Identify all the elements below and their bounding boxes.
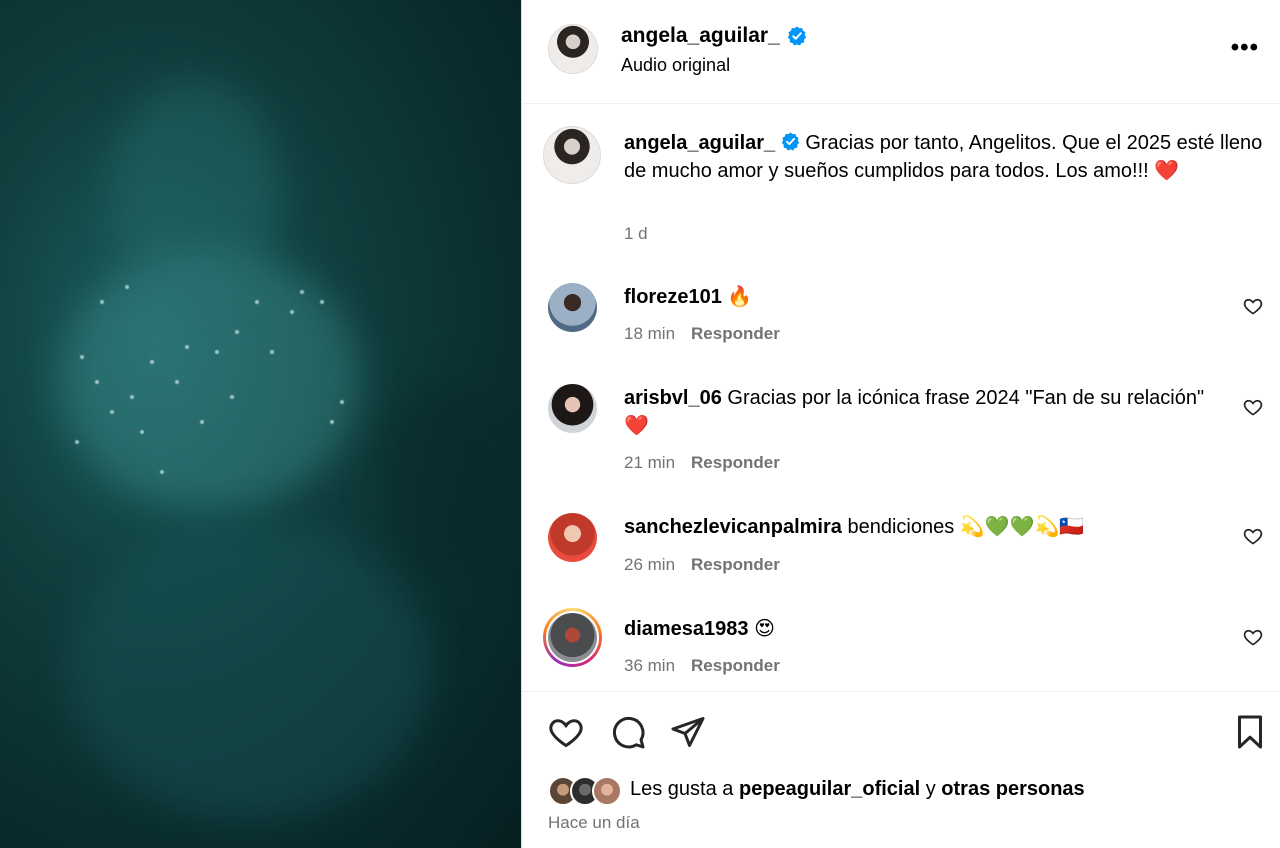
- verified-badge-icon: [787, 26, 806, 46]
- media-sparkle: [200, 420, 204, 424]
- caption-author-avatar[interactable]: [543, 126, 601, 184]
- media-shadow: [380, 380, 520, 580]
- comment-text: bendiciones 💫💚💚💫🇨🇱: [847, 516, 1085, 538]
- caption-text-block: angela_aguilar_ Gracias por tanto, Angel…: [624, 129, 1264, 185]
- comment-text-block: floreze101 🔥: [624, 283, 1244, 311]
- comment-text-block: arisbvl_06 Gracias por la icónica frase …: [624, 384, 1224, 440]
- reply-button[interactable]: Responder: [691, 324, 780, 344]
- media-sparkle: [230, 395, 234, 399]
- media-sparkle: [160, 470, 164, 474]
- media-figure-lower: [70, 520, 430, 820]
- comment-like-heart-icon[interactable]: [1243, 526, 1263, 546]
- comment-bubble-icon[interactable]: [610, 714, 646, 750]
- comment-time[interactable]: 36 min: [624, 656, 675, 676]
- post-header: angela_aguilar_ Audio original •••: [522, 0, 1280, 104]
- comment-text-block: sanchezlevicanpalmira bendiciones 💫💚💚💫🇨🇱: [624, 513, 1244, 541]
- media-sparkle: [100, 300, 104, 304]
- post-media[interactable]: [0, 0, 521, 848]
- media-sparkle: [215, 350, 219, 354]
- liked-by-avatars[interactable]: [548, 776, 628, 806]
- reply-button[interactable]: Responder: [691, 453, 780, 473]
- media-sparkle: [130, 395, 134, 399]
- commenter-username[interactable]: arisbvl_06: [624, 387, 722, 409]
- media-sparkle: [110, 410, 114, 414]
- comment-time[interactable]: 26 min: [624, 555, 675, 575]
- comment-time[interactable]: 18 min: [624, 324, 675, 344]
- post-timestamp[interactable]: Hace un día: [548, 813, 640, 833]
- reply-button[interactable]: Responder: [691, 555, 780, 575]
- commenter-avatar: [546, 611, 599, 664]
- comment-text: 🔥: [727, 286, 753, 308]
- likes-prefix: Les gusta a: [630, 778, 734, 800]
- media-sparkle: [125, 285, 129, 289]
- comment-like-heart-icon[interactable]: [1243, 627, 1263, 647]
- liker-avatar: [592, 776, 622, 806]
- verified-badge-icon: [781, 132, 799, 151]
- media-sparkle: [270, 350, 274, 354]
- comment-meta: 18 min Responder: [624, 324, 780, 344]
- comment-text-block: diamesa1983 😍: [624, 615, 1244, 643]
- comment-text: 😍: [754, 618, 775, 640]
- liked-by-user-link[interactable]: pepeaguilar_oficial: [739, 778, 920, 800]
- post-actions: Les gusta a pepeaguilar_oficial y otras …: [522, 691, 1280, 848]
- media-sparkle: [75, 440, 79, 444]
- like-heart-icon[interactable]: [548, 714, 584, 750]
- media-sparkle: [340, 400, 344, 404]
- commenter-avatar[interactable]: [548, 513, 597, 562]
- media-sparkle: [235, 330, 239, 334]
- commenter-username[interactable]: diamesa1983: [624, 618, 749, 640]
- author-username-row[interactable]: angela_aguilar_: [621, 24, 807, 48]
- media-sparkle: [330, 420, 334, 424]
- save-bookmark-icon[interactable]: [1232, 714, 1268, 750]
- caption-time[interactable]: 1 d: [624, 224, 648, 244]
- media-sparkle: [140, 430, 144, 434]
- media-sparkle: [300, 290, 304, 294]
- comment-like-heart-icon[interactable]: [1243, 296, 1263, 316]
- reply-button[interactable]: Responder: [691, 656, 780, 676]
- more-options-icon[interactable]: •••: [1231, 36, 1259, 60]
- media-sparkle: [255, 300, 259, 304]
- commenter-avatar-story-ring[interactable]: [543, 608, 602, 667]
- media-figure-head: [110, 80, 280, 300]
- author-avatar[interactable]: [548, 24, 598, 74]
- post-detail-panel: angela_aguilar_ Audio original ••• angel…: [521, 0, 1280, 848]
- caption-author-username[interactable]: angela_aguilar_: [624, 132, 775, 154]
- audio-label[interactable]: Audio original: [621, 55, 730, 76]
- comment-meta: 26 min Responder: [624, 555, 780, 575]
- liked-by-text: Les gusta a pepeaguilar_oficial y otras …: [630, 778, 1085, 801]
- media-sparkle: [80, 355, 84, 359]
- comments-list[interactable]: angela_aguilar_ Gracias por tanto, Angel…: [522, 105, 1280, 690]
- commenter-username[interactable]: sanchezlevicanpalmira: [624, 516, 842, 538]
- media-sparkle: [290, 310, 294, 314]
- media-sparkle: [150, 360, 154, 364]
- likes-and: y: [925, 778, 936, 800]
- media-sparkle: [320, 300, 324, 304]
- media-sparkle: [185, 345, 189, 349]
- commenter-avatar[interactable]: [548, 384, 597, 433]
- media-sparkle: [175, 380, 179, 384]
- share-send-icon[interactable]: [670, 714, 706, 750]
- commenter-username[interactable]: floreze101: [624, 286, 722, 308]
- commenter-avatar[interactable]: [548, 283, 597, 332]
- media-sparkle: [95, 380, 99, 384]
- caption-meta: 1 d: [624, 224, 648, 244]
- comment-meta: 36 min Responder: [624, 656, 780, 676]
- comment-meta: 21 min Responder: [624, 453, 780, 473]
- author-username[interactable]: angela_aguilar_: [621, 24, 780, 48]
- liked-by-others-link[interactable]: otras personas: [941, 778, 1084, 800]
- comment-time[interactable]: 21 min: [624, 453, 675, 473]
- comment-like-heart-icon[interactable]: [1243, 397, 1263, 417]
